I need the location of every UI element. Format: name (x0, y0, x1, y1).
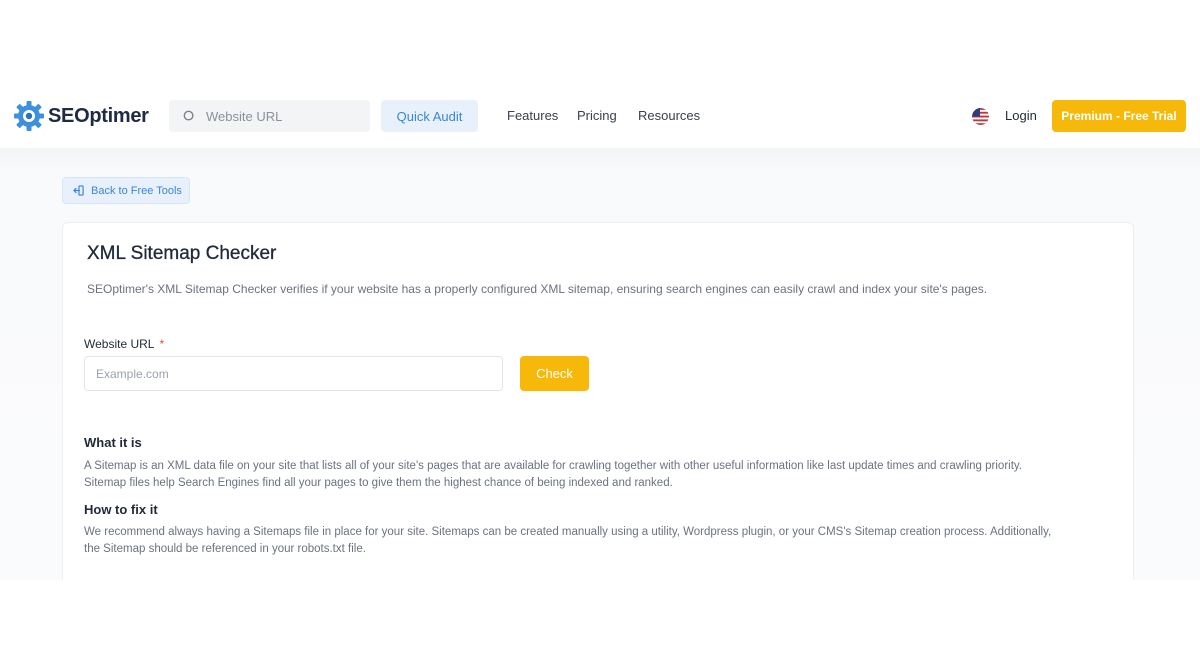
what-it-is-text-line-2: Sitemap files help Search Engines find a… (84, 477, 673, 489)
us-flag-icon[interactable] (972, 108, 989, 125)
tool-card: XML Sitemap Checker SEOptimer's XML Site… (62, 222, 1134, 580)
header-search-input[interactable] (206, 108, 356, 124)
quick-audit-button[interactable]: Quick Audit (381, 100, 478, 132)
nav-pricing[interactable]: Pricing (577, 108, 617, 124)
back-to-free-tools-button[interactable]: Back to Free Tools (62, 177, 190, 204)
website-url-input[interactable] (84, 356, 503, 391)
how-to-fix-text-line-2: the Sitemap should be referenced in your… (84, 543, 366, 555)
tool-description: SEOptimer's XML Sitemap Checker verifies… (87, 282, 988, 296)
top-navigation-bar: SEOptimer Quick Audit Features Pricing R… (0, 84, 1200, 148)
page-title: XML Sitemap Checker (87, 243, 277, 264)
back-arrow-icon (73, 185, 84, 196)
header-search[interactable] (169, 100, 370, 132)
nav-resources[interactable]: Resources (638, 108, 700, 124)
logo[interactable]: SEOptimer (12, 99, 149, 133)
gear-logo-icon (14, 101, 44, 131)
back-button-label: Back to Free Tools (91, 184, 182, 197)
how-to-fix-text-line-1: We recommend always having a Sitemaps fi… (84, 526, 1052, 538)
search-icon (183, 110, 194, 121)
website-url-label-text: Website URL (84, 337, 155, 351)
website-url-label: Website URL * (84, 336, 164, 352)
what-it-is-text-line-1: A Sitemap is an XML data file on your si… (84, 460, 1022, 472)
logo-text: SEOptimer (48, 104, 149, 127)
login-link[interactable]: Login (1005, 108, 1037, 124)
premium-free-trial-button[interactable]: Premium - Free Trial (1052, 100, 1186, 132)
what-it-is-heading: What it is (84, 435, 142, 450)
check-button[interactable]: Check (520, 356, 589, 391)
nav-features[interactable]: Features (507, 108, 558, 124)
required-marker: * (159, 337, 165, 351)
how-to-fix-heading: How to fix it (84, 502, 158, 517)
